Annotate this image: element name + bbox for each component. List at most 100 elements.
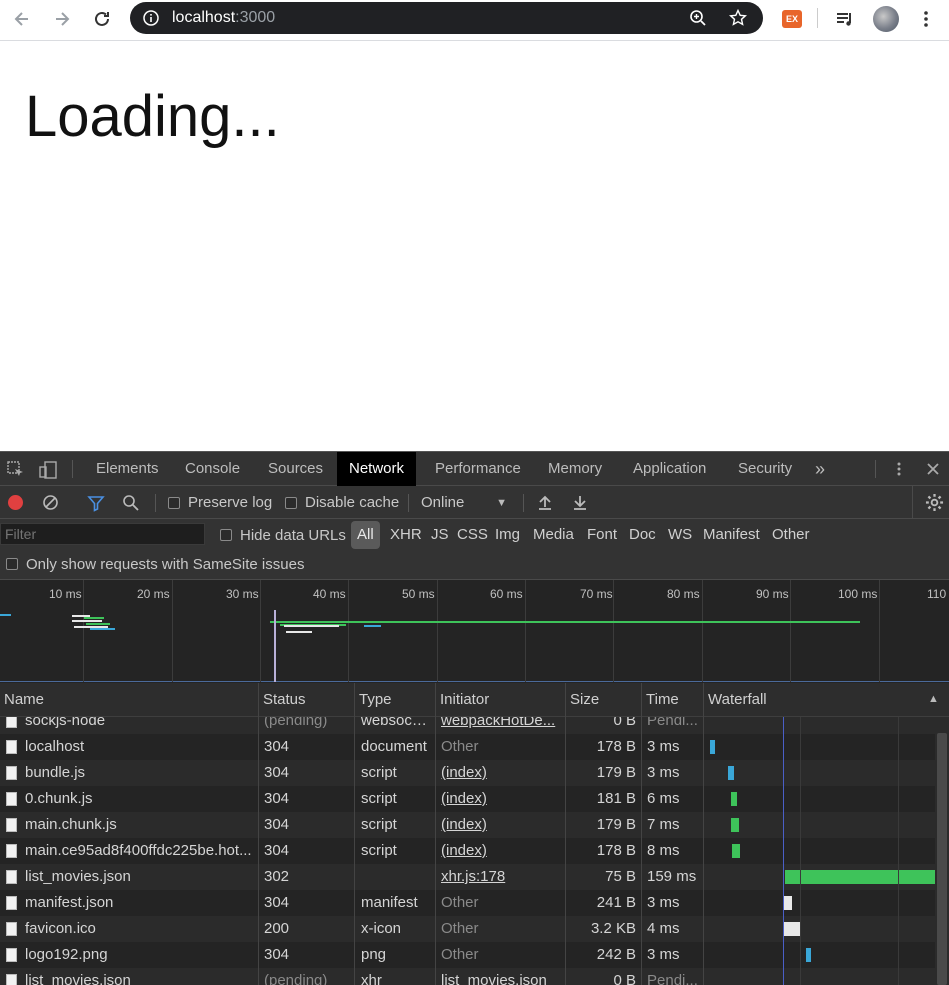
tab-console[interactable]: Console	[173, 452, 252, 486]
cell-type: manifest	[361, 894, 418, 911]
profile-avatar[interactable]	[873, 6, 899, 32]
filter-type-all[interactable]: All	[351, 521, 380, 549]
cell-name: bundle.js	[25, 764, 86, 781]
scrollbar-thumb[interactable]	[937, 733, 947, 985]
overview-gridline	[348, 580, 349, 682]
record-button[interactable]	[8, 495, 23, 510]
tab-performance[interactable]: Performance	[423, 452, 533, 486]
cell-initiator: Other	[441, 946, 479, 963]
checkbox-box	[220, 529, 232, 541]
cell-size: 179 B	[596, 816, 636, 833]
waterfall-bar	[732, 844, 740, 858]
browser-menu-button[interactable]	[913, 6, 939, 32]
disable-cache-checkbox[interactable]: Disable cache	[285, 486, 399, 519]
more-tabs-button[interactable]: »	[803, 452, 837, 486]
reload-button[interactable]	[89, 6, 115, 32]
filter-type-manifest[interactable]: Manifest	[703, 521, 760, 549]
preserve-log-checkbox[interactable]: Preserve log	[168, 486, 272, 519]
network-overview[interactable]: 10 ms 20 ms 30 ms 40 ms 50 ms 60 ms 70 m…	[0, 580, 949, 682]
table-row[interactable]: favicon.ico 200 x-icon Other 3.2 KB 4 ms	[0, 916, 935, 942]
tab-memory[interactable]: Memory	[536, 452, 614, 486]
bookmark-star-icon[interactable]	[729, 9, 747, 27]
table-row[interactable]: localhost 304 document Other 178 B 3 ms	[0, 734, 935, 760]
export-har-icon[interactable]	[572, 494, 588, 511]
column-header-status[interactable]: Status	[259, 683, 355, 717]
clear-icon[interactable]	[42, 494, 59, 511]
filter-type-other[interactable]: Other	[772, 521, 810, 549]
column-header-time[interactable]: Time	[642, 683, 704, 717]
cell-name: main.chunk.js	[25, 816, 117, 833]
table-row[interactable]: manifest.json 304 manifest Other 241 B 3 ms	[0, 890, 935, 916]
samesite-checkbox[interactable]: Only show requests with SameSite issues	[6, 549, 304, 579]
inspect-element-icon[interactable]	[7, 461, 25, 479]
filter-type-js[interactable]: JS	[431, 521, 449, 549]
tab-security[interactable]: Security	[726, 452, 804, 486]
cell-initiator[interactable]: list_movies.json	[441, 968, 559, 985]
filter-type-ws[interactable]: WS	[668, 521, 692, 549]
cell-initiator[interactable]: webpackHotDe...	[441, 717, 559, 734]
table-row[interactable]: 0.chunk.js 304 script (index) 181 B 6 ms	[0, 786, 935, 812]
cell-initiator[interactable]: (index)	[441, 838, 559, 864]
throttling-select[interactable]: Online ▼	[421, 486, 511, 519]
cell-initiator[interactable]: (index)	[441, 786, 559, 812]
filter-icon[interactable]	[87, 494, 105, 512]
column-header-initiator[interactable]: Initiator	[436, 683, 566, 717]
gear-icon[interactable]	[925, 493, 944, 512]
table-row[interactable]: main.ce95ad8f400ffdc225be.hot... 304 scrip…	[0, 838, 935, 864]
filter-type-img[interactable]: Img	[495, 521, 520, 549]
overview-gridline	[437, 580, 438, 682]
cell-initiator[interactable]: (index)	[441, 760, 559, 786]
cell-size: 3.2 KB	[590, 920, 636, 937]
back-button[interactable]	[9, 6, 35, 32]
overview-gridline	[879, 580, 880, 682]
chevron-down-icon: ▼	[496, 496, 507, 509]
filter-type-xhr[interactable]: XHR	[390, 521, 422, 549]
request-list-scrollbar[interactable]	[935, 717, 949, 985]
import-har-icon[interactable]	[537, 494, 553, 511]
column-header-name[interactable]: Name	[0, 683, 259, 717]
tab-application[interactable]: Application	[621, 452, 718, 486]
hide-data-urls-checkbox[interactable]: Hide data URLs	[220, 519, 346, 551]
cell-size: 0 B	[613, 717, 636, 729]
filter-input[interactable]	[0, 523, 205, 545]
devtools-menu-icon[interactable]	[891, 461, 907, 477]
forward-button[interactable]	[49, 6, 75, 32]
table-row[interactable]: main.chunk.js 304 script (index) 179 B 7 ms	[0, 812, 935, 838]
network-filterbar: Hide data URLs All XHR JS CSS Img Media …	[0, 519, 949, 580]
column-divider	[354, 683, 355, 985]
cell-status: 304	[264, 894, 290, 911]
search-icon[interactable]	[122, 494, 140, 512]
filter-type-media[interactable]: Media	[533, 521, 574, 549]
table-row[interactable]: list_movies.json (pending) xhr list_movies.…	[0, 968, 935, 985]
tab-network[interactable]: Network	[337, 452, 417, 486]
cell-initiator[interactable]: (index)	[441, 812, 559, 838]
cell-name: main.ce95ad8f400ffdc225be.hot...	[25, 842, 252, 859]
address-bar[interactable]: localhost:3000	[130, 2, 763, 34]
tab-elements[interactable]: Elements	[84, 452, 171, 486]
waterfall-bar	[731, 792, 737, 806]
table-row[interactable]: logo192.png 304 png Other 242 B 3 ms	[0, 942, 935, 968]
cell-initiator[interactable]: xhr.js:178	[441, 864, 559, 890]
device-toolbar-icon[interactable]	[38, 460, 58, 480]
sort-ascending-icon[interactable]: ▲	[928, 693, 939, 705]
filter-type-css[interactable]: CSS	[457, 521, 488, 549]
url-text: localhost:3000	[172, 9, 276, 26]
column-header-size[interactable]: Size	[566, 683, 642, 717]
column-header-waterfall[interactable]: Waterfall	[704, 683, 949, 717]
tab-sources[interactable]: Sources	[256, 452, 335, 486]
overview-tick-label: 110	[927, 587, 947, 601]
overview-request-bar	[90, 628, 115, 630]
table-row[interactable]: bundle.js 304 script (index) 179 B 3 ms	[0, 760, 935, 786]
table-row[interactable]: list_movies.json 302 xhr.js:178 75 B 159 ms	[0, 864, 935, 890]
close-devtools-icon[interactable]	[926, 462, 940, 476]
media-control-button[interactable]	[832, 6, 858, 32]
zoom-icon[interactable]	[689, 9, 707, 27]
table-row[interactable]: sockjs-node (pending) websock... webpackHot…	[0, 717, 935, 734]
cell-time: 6 ms	[647, 790, 680, 807]
filter-type-font[interactable]: Font	[587, 521, 617, 549]
extension-button[interactable]: EX	[779, 6, 805, 32]
column-header-type[interactable]: Type	[355, 683, 436, 717]
tab-divider	[875, 460, 876, 478]
arrow-left-icon	[14, 12, 28, 26]
filter-type-doc[interactable]: Doc	[629, 521, 656, 549]
